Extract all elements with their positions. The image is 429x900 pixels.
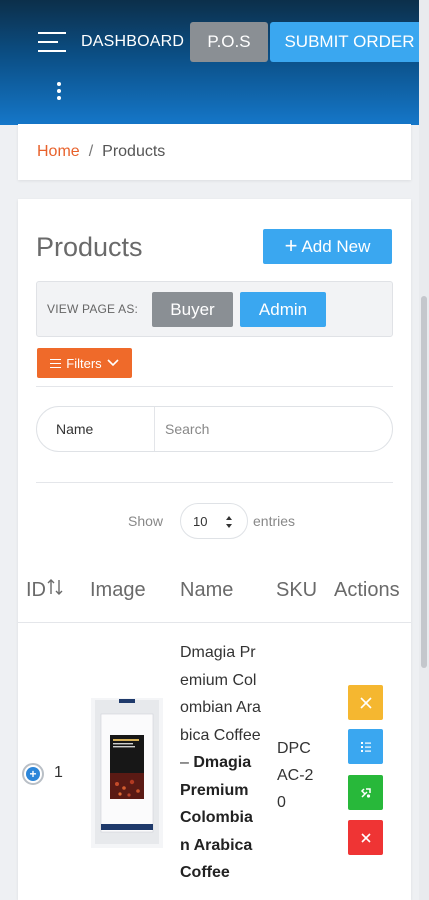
add-new-button[interactable]: + Add New (263, 229, 392, 264)
show-label: Show (128, 513, 164, 529)
breadcrumb-home-link[interactable]: Home (37, 143, 80, 161)
expand-row-icon[interactable]: + (22, 763, 44, 785)
dashboard-link[interactable]: DASHBOARD (81, 33, 184, 51)
product-name-bold: Dmagia Premium Colombian Arabica Coffee (180, 754, 253, 881)
build-button[interactable] (348, 775, 383, 810)
column-header-image[interactable]: Image (90, 579, 146, 602)
view-page-as-panel: VIEW PAGE AS: Buyer Admin (36, 281, 393, 337)
more-vertical-icon[interactable] (55, 80, 63, 102)
edit-icon (359, 696, 372, 709)
show-entries-row: Show 10 entries (18, 503, 411, 539)
plus-icon: + (284, 232, 298, 258)
details-button[interactable] (348, 729, 383, 764)
column-header-actions[interactable]: Actions (334, 579, 400, 602)
search-field-label[interactable]: Name (56, 421, 93, 437)
sort-icon (47, 579, 63, 595)
row-id: 1 (54, 764, 63, 781)
page-title: Products (36, 232, 143, 262)
breadcrumb: Home / Products (18, 124, 411, 180)
delete-icon (360, 832, 371, 843)
filters-label: Filters (66, 355, 102, 371)
column-header-name[interactable]: Name (180, 579, 233, 602)
view-page-as-label: VIEW PAGE AS: (47, 302, 139, 316)
chevron-down-icon (107, 359, 119, 367)
product-name-text: Dmagia Premium Colombian Arabica Coffee … (180, 644, 261, 771)
filter-lines-icon (50, 358, 62, 368)
entries-select[interactable]: 10 (180, 503, 248, 539)
column-header-id-label: ID (26, 579, 46, 601)
search-bar: Name (36, 406, 393, 452)
scrollbar-thumb[interactable] (421, 296, 427, 668)
submit-order-button[interactable]: SUBMIT ORDER (270, 22, 429, 62)
table-header-divider (18, 622, 411, 623)
column-header-sku[interactable]: SKU (276, 579, 317, 602)
list-icon (360, 741, 371, 752)
delete-button[interactable] (348, 820, 383, 855)
search-input[interactable] (165, 416, 375, 442)
search-separator (154, 407, 155, 451)
entries-value: 10 (193, 514, 208, 529)
breadcrumb-separator: / (88, 143, 94, 160)
row-name: Dmagia Premium Colombian Arabica Coffee … (180, 639, 262, 887)
divider (36, 386, 393, 387)
edit-button[interactable] (348, 685, 383, 720)
divider (36, 482, 393, 483)
products-card: Products + Add New VIEW PAGE AS: Buyer A… (18, 199, 411, 900)
add-new-label: Add New (301, 236, 371, 256)
view-as-admin-button[interactable]: Admin (240, 292, 326, 327)
build-icon (360, 787, 371, 798)
pos-button[interactable]: P.O.S (190, 22, 268, 62)
select-arrows-icon (226, 516, 232, 528)
filters-button[interactable]: Filters (37, 348, 132, 378)
product-image[interactable] (91, 698, 163, 848)
column-header-id[interactable]: ID (26, 579, 63, 602)
top-navbar: DASHBOARD P.O.S SUBMIT ORDER (0, 0, 429, 125)
breadcrumb-current: Products (102, 143, 166, 160)
menu-icon[interactable] (38, 31, 66, 53)
entries-label: entries (253, 513, 296, 529)
row-sku: DPCAC-20 (277, 740, 314, 811)
view-as-buyer-button[interactable]: Buyer (152, 292, 233, 327)
